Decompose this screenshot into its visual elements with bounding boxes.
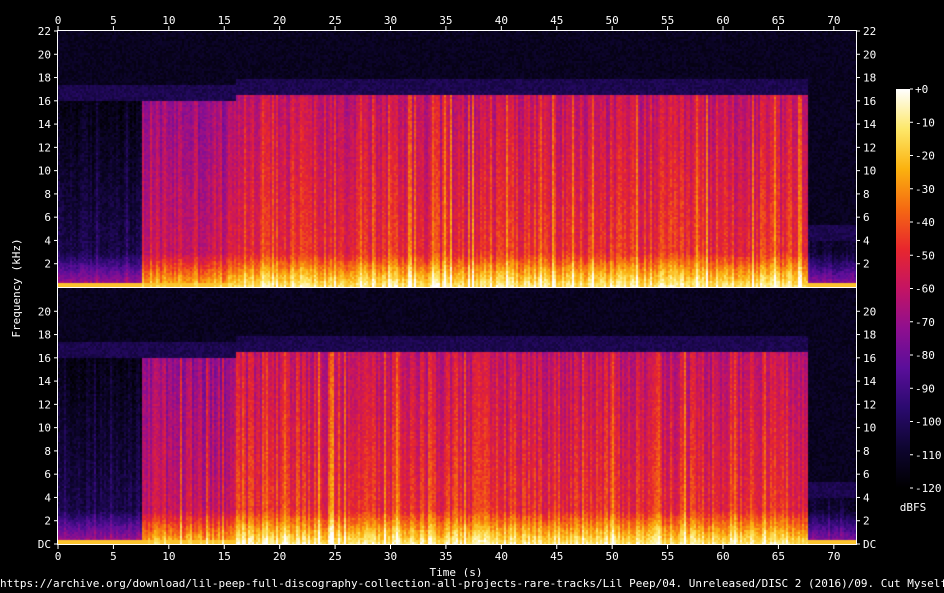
x-tick-label-top: 25: [328, 14, 341, 27]
spectrogram-channel-2: [58, 288, 856, 544]
x-tick-label-top: 15: [218, 14, 231, 27]
y-tick-label-right: 6: [863, 211, 870, 224]
y-tick-label-right: 16: [863, 352, 876, 365]
colorbar-tick-label: -90: [915, 382, 935, 395]
y-tick-label-right: DC: [863, 538, 876, 551]
y-tick-label-right: 22: [863, 25, 876, 38]
colorbar-tick-label: -70: [915, 316, 935, 329]
x-tick-label-bottom: 10: [162, 550, 175, 563]
y-tick-label-left: 16: [38, 95, 51, 108]
y-tick-label-left: DC: [38, 538, 51, 551]
colorbar-tick-label: -50: [915, 249, 935, 262]
x-tick-label-bottom: 0: [55, 550, 62, 563]
y-tick-label-left: 18: [38, 329, 51, 342]
colorbar-tick-label: -20: [915, 150, 935, 163]
y-tick-label-left: 22: [38, 25, 51, 38]
y-tick-label-left: 12: [38, 398, 51, 411]
y-tick-label-right: 2: [863, 258, 870, 271]
colorbar-scale: [896, 89, 910, 488]
colorbar-tick-label: -80: [915, 349, 935, 362]
y-tick-label-left: 20: [38, 48, 51, 61]
y-tick-label-right: 20: [863, 305, 876, 318]
y-tick-label-left: 4: [44, 491, 51, 504]
x-tick-label-bottom: 60: [716, 550, 729, 563]
y-tick-label-left: 4: [44, 234, 51, 247]
y-tick-label-right: 6: [863, 468, 870, 481]
x-tick-label-top: 5: [110, 14, 117, 27]
colorbar-tick-label: -120: [915, 482, 942, 495]
colorbar-tick-label: -30: [915, 183, 935, 196]
colorbar-tick-label: +0: [915, 83, 928, 96]
x-tick-label-bottom: 25: [328, 550, 341, 563]
x-tick-label-bottom: 45: [550, 550, 563, 563]
y-tick-label-right: 12: [863, 141, 876, 154]
y-tick-label-right: 8: [863, 188, 870, 201]
y-tick-label-left: 6: [44, 211, 51, 224]
y-tick-label-right: 14: [863, 375, 877, 388]
y-axis-label: Frequency (kHz): [10, 238, 23, 337]
x-tick-label-bottom: 20: [273, 550, 286, 563]
colorbar-tick-label: -100: [915, 416, 942, 429]
x-tick-label-top: 0: [55, 14, 62, 27]
y-tick-label-left: 14: [38, 118, 52, 131]
x-tick-label-top: 55: [661, 14, 674, 27]
y-tick-label-right: 4: [863, 234, 870, 247]
y-tick-label-left: 2: [44, 515, 51, 528]
x-tick-label-top: 30: [384, 14, 397, 27]
source-url: https://archive.org/download/lil-peep-fu…: [0, 577, 944, 590]
y-tick-label-left: 12: [38, 141, 51, 154]
x-tick-label-bottom: 40: [495, 550, 508, 563]
y-tick-label-left: 18: [38, 72, 51, 85]
x-tick-label-top: 45: [550, 14, 563, 27]
y-tick-label-right: 2: [863, 515, 870, 528]
x-tick-label-bottom: 30: [384, 550, 397, 563]
y-tick-label-right: 14: [863, 118, 877, 131]
y-tick-label-right: 10: [863, 422, 876, 435]
x-tick-label-top: 50: [606, 14, 619, 27]
y-tick-label-right: 12: [863, 398, 876, 411]
y-tick-label-right: 18: [863, 329, 876, 342]
x-tick-label-bottom: 55: [661, 550, 674, 563]
y-tick-label-left: 2: [44, 258, 51, 271]
y-tick-label-left: 8: [44, 188, 51, 201]
colorbar-tick-label: -10: [915, 116, 935, 129]
x-tick-label-top: 35: [439, 14, 452, 27]
colorbar-tick-label: -40: [915, 216, 935, 229]
y-tick-label-right: 8: [863, 445, 870, 458]
y-tick-label-right: 18: [863, 72, 876, 85]
y-tick-label-left: 14: [38, 375, 52, 388]
x-tick-label-bottom: 65: [772, 550, 785, 563]
x-tick-label-bottom: 70: [827, 550, 840, 563]
y-tick-label-left: 16: [38, 352, 51, 365]
y-tick-label-right: 20: [863, 48, 876, 61]
y-tick-label-right: 10: [863, 165, 876, 178]
y-tick-label-left: 10: [38, 165, 51, 178]
y-tick-label-left: 8: [44, 445, 51, 458]
y-tick-label-right: 16: [863, 95, 876, 108]
colorbar-tick-label: -60: [915, 283, 935, 296]
spectrogram-channel-1: [58, 31, 856, 287]
y-tick-label-left: 20: [38, 305, 51, 318]
x-tick-label-top: 60: [716, 14, 729, 27]
x-axis-label: Time (s): [430, 566, 483, 577]
x-tick-label-bottom: 5: [110, 550, 117, 563]
colorbar-tick-label: -110: [915, 449, 942, 462]
x-tick-label-top: 20: [273, 14, 286, 27]
x-tick-label-bottom: 35: [439, 550, 452, 563]
y-tick-label-right: 4: [863, 491, 870, 504]
y-tick-label-left: 10: [38, 422, 51, 435]
x-tick-label-top: 10: [162, 14, 175, 27]
y-tick-label-left: 6: [44, 468, 51, 481]
x-tick-label-top: 40: [495, 14, 508, 27]
x-tick-label-bottom: 15: [218, 550, 231, 563]
colorbar-label: dBFS: [900, 501, 927, 514]
spectrogram-chart: 2 24 46 68 810 1012 1214 1416 1618 1820 2022 22DC DC…: [10, 14, 942, 577]
x-tick-label-top: 65: [772, 14, 785, 27]
x-tick-label-bottom: 50: [606, 550, 619, 563]
x-tick-label-top: 70: [827, 14, 840, 27]
